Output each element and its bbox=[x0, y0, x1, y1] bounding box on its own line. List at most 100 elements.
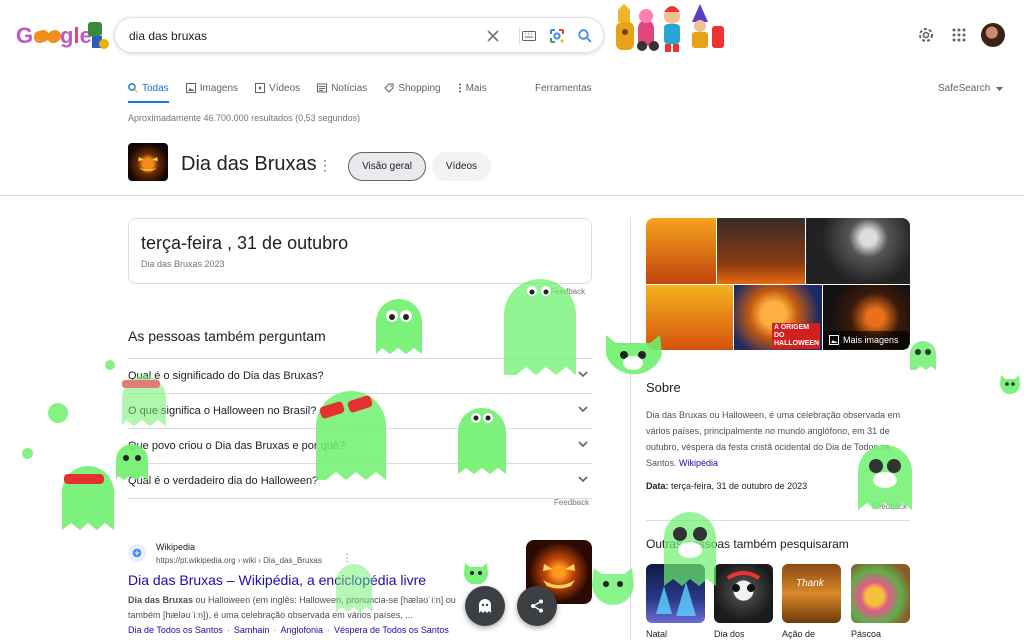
entity-thumbnail[interactable] bbox=[128, 143, 168, 181]
panel-divider bbox=[630, 218, 631, 640]
paa-question-text: O que significa o Halloween no Brasil? bbox=[128, 405, 317, 417]
ghost-particle bbox=[48, 403, 68, 423]
paa-question[interactable]: Que povo criou o Dia das Bruxas e por qu… bbox=[128, 428, 592, 463]
more-vert-icon bbox=[458, 83, 461, 93]
tab-label: Shopping bbox=[398, 82, 441, 94]
gallery-image[interactable] bbox=[717, 218, 805, 284]
about-description: Dia das Bruxas ou Halloween, é uma celeb… bbox=[646, 407, 914, 471]
chip-overview[interactable]: Visão geral bbox=[348, 152, 426, 181]
sitelink[interactable]: Samhain bbox=[234, 625, 270, 635]
sitelink[interactable]: Dia de Todos os Santos bbox=[128, 625, 223, 635]
share-icon bbox=[531, 599, 543, 613]
google-halloween-doodle-logo[interactable]: Google bbox=[16, 18, 112, 52]
wikipedia-link[interactable]: Wikipédia bbox=[679, 458, 718, 468]
tab-label: Mais bbox=[465, 82, 487, 94]
paa-feedback-link[interactable]: Feedback bbox=[554, 498, 589, 507]
search-icon bbox=[128, 83, 138, 93]
tools-button[interactable]: Ferramentas bbox=[535, 83, 592, 94]
wikipedia-favicon bbox=[128, 544, 146, 562]
ghost-game-button[interactable] bbox=[465, 586, 505, 626]
snippet-bold: Dia das Bruxas bbox=[128, 595, 194, 605]
paa-question[interactable]: Qual é o significado do Dia das Bruxas? bbox=[128, 358, 592, 393]
also-searched-title: Outras pessoas também pesquisaram bbox=[646, 537, 849, 551]
search-input[interactable] bbox=[129, 26, 469, 46]
more-images-label: Mais imagens bbox=[843, 335, 899, 345]
gallery-image[interactable] bbox=[806, 218, 910, 284]
result-site-name: Wikipedia bbox=[156, 542, 196, 552]
clear-icon[interactable] bbox=[483, 26, 503, 46]
result-snippet: Dia das Bruxas ou Halloween (em inglês: … bbox=[128, 593, 508, 623]
tab-label: Todas bbox=[142, 82, 169, 94]
also-searched-label[interactable]: Natal bbox=[646, 629, 667, 639]
paa-question[interactable]: O que significa o Halloween no Brasil? bbox=[128, 393, 592, 428]
entity-more-options-icon[interactable]: ⋮ bbox=[318, 157, 332, 174]
search-tabs: Todas Imagens Vídeos Notícias Shopping M… bbox=[128, 80, 504, 104]
result-stats: Aproximadamente 46.700.000 resultados (0… bbox=[128, 113, 361, 123]
tab-shopping[interactable]: Shopping bbox=[384, 80, 441, 96]
ghost-overlay-icon bbox=[910, 341, 936, 370]
tab-news[interactable]: Notícias bbox=[317, 80, 367, 96]
date-answer-card: terça-feira , 31 de outubro Dia das Brux… bbox=[128, 218, 592, 284]
result-title-link[interactable]: Dia das Bruxas – Wikipédia, a enciclopéd… bbox=[128, 572, 426, 588]
more-images-button[interactable]: Mais imagens bbox=[823, 331, 909, 349]
top-bar: Google bbox=[0, 0, 1024, 70]
gallery-image[interactable] bbox=[646, 285, 733, 350]
also-searched-label[interactable]: Páscoa bbox=[851, 629, 881, 639]
paa-question[interactable]: Qual é o verdadeiro dia do Halloween? bbox=[128, 463, 592, 498]
also-searched-label[interactable]: Dia dos bbox=[714, 629, 745, 639]
image-icon bbox=[829, 335, 839, 345]
panel-feedback-link[interactable]: Feedback bbox=[872, 502, 907, 511]
also-searched-label[interactable]: Ação de bbox=[782, 629, 815, 639]
search-icon[interactable] bbox=[575, 26, 595, 46]
tab-images[interactable]: Imagens bbox=[185, 80, 238, 96]
also-searched-card-dia-dos-mortos[interactable] bbox=[714, 564, 773, 623]
active-tab-indicator bbox=[128, 101, 169, 103]
gallery-image[interactable]: A ORIGEM DO HALLOWEEN bbox=[734, 285, 822, 350]
ghost-particle bbox=[105, 360, 115, 370]
also-searched-card-acao-de-gracas[interactable]: Thank bbox=[782, 564, 841, 623]
apps-grid-icon[interactable] bbox=[948, 24, 970, 46]
sitelink[interactable]: Véspera de Todos os Santos bbox=[334, 625, 449, 635]
result-more-icon[interactable]: ⋮ bbox=[342, 553, 352, 564]
lens-camera-icon[interactable] bbox=[547, 26, 567, 46]
ghost-overlay-icon bbox=[1000, 375, 1020, 394]
tab-label: Notícias bbox=[331, 82, 368, 94]
tab-videos[interactable]: Vídeos bbox=[255, 80, 300, 96]
ghost-overlay-icon bbox=[464, 563, 488, 584]
tab-more[interactable]: Mais bbox=[458, 80, 487, 96]
search-box[interactable] bbox=[114, 17, 604, 53]
tag-icon bbox=[384, 83, 394, 93]
thanksgiving-text: Thank bbox=[796, 578, 824, 589]
date-answer: terça-feira , 31 de outubro bbox=[141, 233, 349, 253]
chevron-down-icon bbox=[578, 371, 588, 378]
result-url: https://pt.wikipedia.org › wiki › Dia_da… bbox=[156, 556, 322, 565]
date-label: Data: bbox=[646, 481, 669, 491]
ghost-particle bbox=[22, 448, 33, 459]
ghost-icon bbox=[479, 599, 491, 613]
chip-videos[interactable]: Vídeos bbox=[432, 152, 491, 181]
gallery-image[interactable] bbox=[646, 218, 716, 284]
paa-question-text: Que povo criou o Dia das Bruxas e por qu… bbox=[128, 440, 346, 452]
sitelink[interactable]: Anglofonia bbox=[280, 625, 323, 635]
about-title: Sobre bbox=[646, 380, 681, 395]
halloween-characters-doodle[interactable] bbox=[612, 2, 730, 56]
settings-gear-icon[interactable] bbox=[915, 24, 937, 46]
date-value: terça-feira, 31 de outubro de 2023 bbox=[671, 481, 808, 491]
date-feedback-link[interactable]: Feedback bbox=[550, 287, 585, 296]
image-icon bbox=[185, 83, 196, 93]
account-avatar[interactable] bbox=[981, 23, 1005, 47]
paa-divider bbox=[128, 498, 592, 499]
chevron-down-icon bbox=[578, 406, 588, 413]
keyboard-icon[interactable] bbox=[519, 26, 539, 46]
snippet-line2: também [hæləʊˈiːn]), é uma celebração ob… bbox=[128, 610, 413, 620]
play-icon bbox=[255, 83, 266, 93]
paa-question-text: Qual é o significado do Dia das Bruxas? bbox=[128, 370, 324, 382]
panel-section-divider bbox=[646, 520, 910, 521]
news-icon bbox=[317, 83, 328, 93]
also-searched-card-pascoa[interactable] bbox=[851, 564, 910, 623]
share-button[interactable] bbox=[517, 586, 557, 626]
safesearch-button[interactable]: SafeSearch bbox=[938, 83, 1004, 94]
ghost-overlay-icon bbox=[62, 466, 114, 530]
also-searched-card-natal[interactable] bbox=[646, 564, 705, 623]
tab-all[interactable]: Todas bbox=[128, 80, 169, 96]
